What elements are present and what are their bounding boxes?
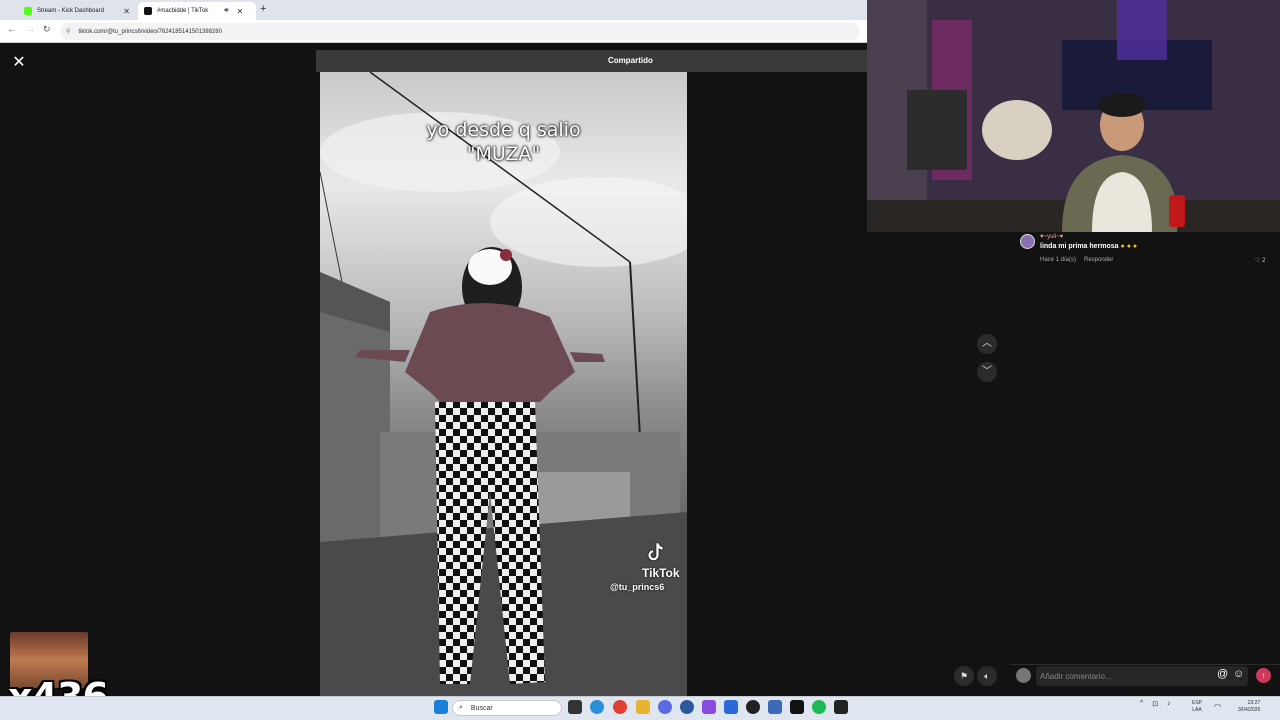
system-tray: ^ ⊡ ♪ [1140,700,1171,708]
search-label: Buscar [470,704,493,712]
clock-date: 3/04/2026 [1238,707,1261,713]
clock-time: 23:27 [1247,700,1261,706]
caption-line-2: "MUZA" [466,143,541,165]
caption-line-1: yo desde q salio [426,119,581,141]
discord-icon[interactable] [658,700,672,714]
next-video-button[interactable]: ﹀ [977,362,997,382]
close-icon[interactable]: ✕ [10,54,28,72]
edge-icon[interactable] [590,700,604,714]
file-explorer-icon[interactable] [636,700,650,714]
send-comment-button[interactable]: ↑ [1256,668,1271,683]
comment-author[interactable]: ♥~yuli~♥ [1040,234,1063,240]
webcam-illustration [867,0,1280,232]
emoji-icon[interactable]: ☺ [1233,668,1244,680]
previous-video-button[interactable]: ︿ [977,334,997,354]
shared-label: Compartido [608,56,653,65]
comment-like-button[interactable]: ♡ 2 [1255,257,1265,264]
tab-tiktok[interactable]: #macbidde | TikTok 🔊︎ ✕ [138,2,256,20]
kick-favicon-icon [24,7,32,15]
browser-toolbar: ← → ↻ ⚲ tiktok.com/@tu_princs6/video/762… [0,20,867,43]
forward-arrow-icon[interactable]: → [26,24,35,34]
comment-timestamp: Hace 1 día(s) [1040,257,1077,263]
flag-icon: ⚑ [959,671,969,681]
lang-layout: LAA [1192,707,1202,713]
obs-icon[interactable] [746,700,760,714]
start-icon[interactable] [434,700,448,714]
lang-code: ESP [1192,700,1203,706]
comment-body: linda mi prima hermosa [1040,243,1119,250]
tab-title: #macbidde | TikTok [157,8,209,14]
tiktok-favicon-icon [144,7,152,15]
tab-title: Stream - Kick Dashboard [37,8,105,14]
report-button[interactable]: ⚑ [954,666,974,686]
terminal-icon[interactable] [834,700,848,714]
heart-outline-icon: ♡ [1255,258,1261,264]
webcam-feed [867,0,1280,232]
speaker-icon[interactable]: 🔊︎ [224,7,228,15]
task-view-icon[interactable] [568,700,582,714]
chevron-down-icon: ﹀ [982,366,992,377]
video-player[interactable]: yo desde q salio "MUZA" TikTok @tu_princ… [320,72,687,696]
spotify-icon[interactable] [812,700,826,714]
chrome-icon[interactable] [613,700,627,714]
app-icon[interactable] [768,700,782,714]
chevron-up-icon[interactable]: ^ [1140,700,1143,708]
reply-button[interactable]: Responder [1084,257,1113,263]
speaker-icon[interactable]: ♪ [1167,700,1171,708]
search-icon: ⌕ [459,704,463,711]
heart-eyes-emoji-icon: ● ● ● [1120,243,1138,250]
mention-icon[interactable]: @ [1217,668,1228,680]
comment-text: linda mi prima hermosa ● ● ● [1040,243,1137,250]
system-clock[interactable]: 23:27 3/04/2026 [1238,700,1260,714]
like-count: 2 [1262,258,1266,264]
video-caption: yo desde q salio "MUZA" [320,118,687,166]
user-avatar[interactable] [1016,668,1031,683]
volume-button[interactable]: 🔈︎ [977,666,997,686]
address-bar[interactable]: ⚲ tiktok.com/@tu_princs6/video/762418514… [60,23,860,40]
tab-kick-dashboard[interactable]: Stream - Kick Dashboard ✕ [18,2,136,20]
arrow-up-icon: ↑ [1261,671,1266,680]
comment-author-name: ~yuli~ [1043,234,1060,240]
wifi-icon[interactable]: ◠ [1214,702,1221,711]
commenter-avatar[interactable] [1020,234,1035,249]
site-info-icon[interactable]: ⚲ [66,28,70,35]
close-tab-icon[interactable]: ✕ [123,7,130,16]
volume-icon: 🔈︎ [984,671,990,681]
store-icon[interactable] [724,700,738,714]
shared-banner [316,50,867,72]
steam-icon[interactable] [680,700,694,714]
language-indicator[interactable]: ESP LAA [1192,700,1202,714]
back-arrow-icon[interactable]: ← [7,24,16,34]
url-text: tiktok.com/@tu_princs6/video/76241851415… [78,28,222,35]
chevron-up-icon: ︿ [982,338,992,349]
app-icon[interactable] [702,700,716,714]
tiktok-logo-icon [647,542,664,561]
close-tab-icon[interactable]: ✕ [237,7,244,16]
new-tab-button[interactable]: + [260,3,266,15]
network-icon[interactable]: ⊡ [1152,700,1158,708]
reload-icon[interactable]: ↻ [43,24,51,35]
heart-icon: ♥ [1059,234,1064,240]
taskbar-search[interactable]: ⌕ Buscar [452,700,562,716]
tiktok-watermark-user: @tu_princs6 [610,582,665,592]
tiktok-watermark-brand: TikTok [642,566,680,580]
capcut-icon[interactable] [790,700,804,714]
